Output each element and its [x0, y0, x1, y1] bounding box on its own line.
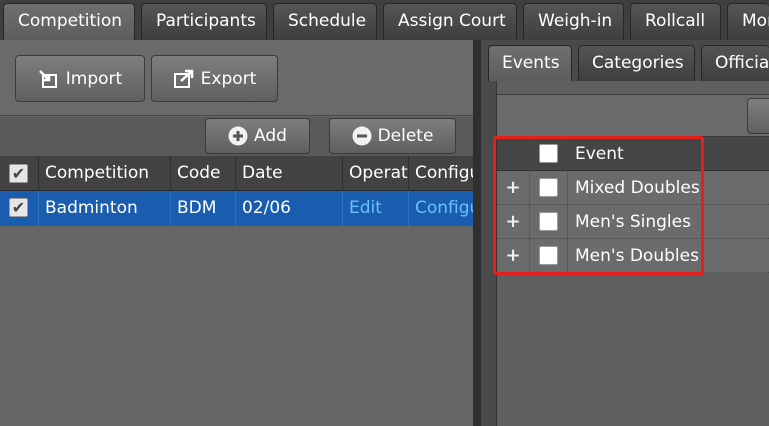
tab-categories[interactable]: Categories: [578, 45, 695, 81]
top-tab-bar: Competition Participants Schedule Assign…: [0, 0, 769, 40]
competition-grid-header: ✔ Competition Code Date Operati Configu: [0, 156, 473, 191]
highlight-box: [493, 136, 704, 275]
cell-date: 02/06: [236, 191, 343, 226]
export-label: Export: [200, 68, 257, 89]
configure-link[interactable]: Configu: [409, 191, 473, 226]
add-button[interactable]: Add: [205, 118, 310, 154]
column-header-code[interactable]: Code: [171, 156, 236, 190]
row-select-cell: ✔: [0, 191, 39, 226]
column-header-configure[interactable]: Configu: [409, 156, 473, 190]
tab-monitor[interactable]: Mon: [727, 3, 769, 40]
add-label: Add: [254, 126, 287, 146]
tab-events[interactable]: Events: [488, 45, 572, 81]
import-button[interactable]: Import: [15, 55, 145, 102]
import-icon: [38, 69, 57, 88]
column-header-date[interactable]: Date: [236, 156, 343, 190]
tab-rollcall[interactable]: Rollcall: [630, 3, 721, 40]
import-label: Import: [65, 68, 123, 89]
select-all-cell: ✔: [0, 156, 39, 190]
panel-splitter[interactable]: [473, 40, 481, 426]
tab-assign-court[interactable]: Assign Court: [383, 3, 517, 40]
events-toolbar: [497, 94, 769, 137]
events-toolbar-button[interactable]: [747, 98, 769, 134]
tab-weigh-in[interactable]: Weigh-in: [523, 3, 624, 40]
minus-circle-icon: [352, 126, 372, 146]
tab-schedule[interactable]: Schedule: [273, 3, 377, 40]
row-checkbox[interactable]: ✔: [9, 198, 28, 217]
plus-circle-icon: [228, 126, 248, 146]
tab-competition[interactable]: Competition: [3, 3, 135, 40]
export-icon: [173, 69, 193, 88]
import-export-toolbar: Import Export: [0, 40, 473, 116]
edit-link[interactable]: Edit: [343, 191, 409, 226]
select-all-checkbox[interactable]: ✔: [9, 164, 28, 183]
tab-participants[interactable]: Participants: [141, 3, 267, 40]
delete-button[interactable]: Delete: [329, 118, 456, 154]
export-button[interactable]: Export: [151, 55, 278, 102]
column-header-operation[interactable]: Operati: [343, 156, 409, 190]
column-header-competition[interactable]: Competition: [39, 156, 171, 190]
grid-toolbar: Add Delete: [0, 117, 473, 156]
cell-competition: Badminton: [39, 191, 171, 226]
table-row[interactable]: ✔ Badminton BDM 02/06 Edit Configu: [0, 191, 473, 226]
tab-officials[interactable]: Officia: [701, 45, 769, 81]
delete-label: Delete: [377, 126, 434, 146]
cell-code: BDM: [171, 191, 236, 226]
